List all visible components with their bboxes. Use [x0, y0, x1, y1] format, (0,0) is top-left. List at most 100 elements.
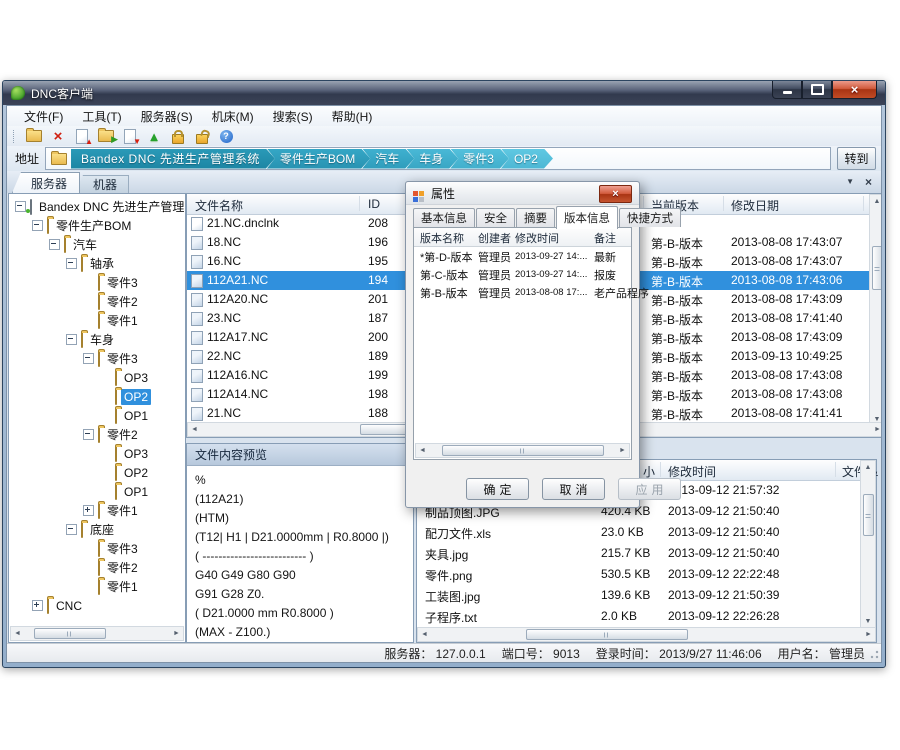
file-list-scroll-thumb[interactable] — [872, 246, 883, 290]
tree-node[interactable]: 零件2 — [11, 558, 184, 577]
column-modify-time[interactable]: 修改时间 — [515, 230, 559, 246]
version-row[interactable]: 第-C-版本管理员2013-09-27 14:...报废 — [414, 265, 631, 283]
tree-node[interactable]: OP2 — [11, 463, 184, 482]
dialog-tab-2[interactable]: 摘要 — [516, 208, 555, 227]
column-creator[interactable]: 创建者 — [478, 230, 511, 246]
menu-item-machine[interactable]: 机床(M) — [203, 106, 264, 127]
attachment-hscroll-thumb[interactable] — [526, 629, 688, 640]
tree-expander-minus[interactable] — [66, 524, 77, 535]
toolbar-grip[interactable] — [13, 130, 16, 143]
go-button[interactable]: 转到 — [837, 147, 876, 170]
tree-expander-minus[interactable] — [66, 258, 77, 269]
tree-expander-minus[interactable] — [83, 429, 94, 440]
menu-item-tools[interactable]: 工具(T) — [73, 106, 131, 127]
tree-node[interactable]: 零件2 — [11, 425, 184, 444]
tree-node[interactable]: OP1 — [11, 406, 184, 425]
maximize-button[interactable] — [802, 81, 832, 99]
dialog-scroll-thumb[interactable] — [442, 445, 604, 456]
tree-node[interactable]: 车身 — [11, 330, 184, 349]
scroll-left-icon[interactable]: ◄ — [417, 445, 428, 456]
version-row[interactable]: 第-B-版本管理员2013-08-08 17:...老产品程序 — [414, 283, 631, 301]
scroll-right-icon[interactable]: ► — [617, 445, 628, 456]
tree-node[interactable]: 零件3 — [11, 539, 184, 558]
column-version-name[interactable]: 版本名称 — [420, 230, 464, 246]
scroll-up-icon[interactable]: ▲ — [872, 196, 883, 207]
attachment-row[interactable]: 工装图.jpg139.6 KB2013-09-12 21:50:39 — [417, 585, 861, 606]
export-folder-icon[interactable]: ▶ — [97, 128, 115, 144]
tree-node[interactable]: OP3 — [11, 444, 184, 463]
address-field[interactable]: Bandex DNC 先进生产管理系统零件生产BOM汽车车身零件3OP2 — [45, 147, 831, 170]
unlock-icon[interactable] — [193, 128, 211, 144]
dialog-tab-3[interactable]: 版本信息 — [556, 206, 618, 229]
dialog-tab-0[interactable]: 基本信息 — [413, 208, 475, 227]
scroll-right-icon[interactable]: ► — [872, 424, 882, 435]
tree-node[interactable]: OP1 — [11, 482, 184, 501]
tree-expander-minus[interactable] — [49, 239, 60, 250]
tree-node[interactable]: 汽车 — [11, 235, 184, 254]
scroll-up-icon[interactable]: ▲ — [863, 462, 874, 473]
close-button[interactable]: × — [832, 81, 877, 99]
attachment-row[interactable]: 配刀文件.xls23.0 KB2013-09-12 21:50:40 — [417, 522, 861, 543]
version-row[interactable]: *第-D-版本管理员2013-09-27 14:...最新 — [414, 247, 631, 265]
tree-node[interactable]: 底座 — [11, 520, 184, 539]
attachment-row[interactable]: 夹具.jpg215.7 KB2013-09-12 21:50:40 — [417, 543, 861, 564]
delete-icon[interactable]: × — [49, 128, 67, 144]
upload-icon[interactable]: ▲ — [145, 128, 163, 144]
tree-node[interactable]: 零件1 — [11, 311, 184, 330]
tree-node[interactable]: 轴承 — [11, 254, 184, 273]
attachment-horizontal-scrollbar[interactable]: ◄ ► — [417, 627, 876, 642]
scroll-left-icon[interactable]: ◄ — [419, 629, 430, 640]
menu-item-help[interactable]: 帮助(H) — [323, 106, 383, 127]
tree-expander-minus[interactable] — [83, 353, 94, 364]
dialog-close-button[interactable]: × — [599, 185, 632, 203]
attachment-vertical-scrollbar[interactable]: ▲ ▼ — [860, 460, 876, 629]
attachment-row[interactable]: 零件.png530.5 KB2013-09-12 22:22:48 — [417, 564, 861, 585]
tree-node[interactable]: 零件2 — [11, 292, 184, 311]
tree-node[interactable]: OP3 — [11, 368, 184, 387]
resize-grip[interactable] — [869, 650, 879, 660]
apply-button[interactable]: 应用 — [618, 478, 681, 500]
tree-node[interactable]: 零件3 — [11, 273, 184, 292]
scroll-right-icon[interactable]: ► — [171, 628, 182, 639]
dialog-horizontal-scrollbar[interactable]: ◄ ► — [415, 443, 630, 458]
panel-close-icon[interactable]: × — [865, 176, 872, 188]
dialog-tab-4[interactable]: 快捷方式 — [619, 208, 681, 227]
file-list-vertical-scrollbar[interactable]: ▲ ▼ — [869, 194, 882, 427]
new-folder-icon[interactable] — [25, 128, 43, 144]
checkout-file-icon[interactable]: ▼ — [121, 128, 139, 144]
tree-expander-minus[interactable] — [15, 201, 26, 212]
ok-button[interactable]: 确定 — [466, 478, 529, 500]
tree-node[interactable]: Bandex DNC 先进生产管理系统 — [11, 197, 184, 216]
breadcrumb-segment[interactable]: 零件3 — [450, 149, 509, 169]
tree-node[interactable]: OP2 — [11, 387, 184, 406]
tab-server[interactable]: 服务器 — [12, 172, 80, 193]
attachment-scroll-thumb[interactable] — [863, 494, 874, 536]
scroll-left-icon[interactable]: ◄ — [12, 628, 23, 639]
scroll-down-icon[interactable]: ▼ — [863, 616, 874, 627]
tree-node[interactable]: 零件3 — [11, 349, 184, 368]
tree-node[interactable]: 零件1 — [11, 577, 184, 596]
checkin-file-icon[interactable]: ▲ — [73, 128, 91, 144]
breadcrumb-segment[interactable]: 零件生产BOM — [267, 149, 370, 169]
tree-horizontal-scrollbar[interactable]: ◄ ► — [10, 626, 184, 641]
tree-expander-minus[interactable] — [32, 220, 43, 231]
tree-expander-minus[interactable] — [66, 334, 77, 345]
tree-node[interactable]: 零件生产BOM — [11, 216, 184, 235]
scroll-right-icon[interactable]: ► — [863, 629, 874, 640]
title-bar[interactable]: DNC客户端 — [3, 81, 885, 105]
tree-node[interactable]: 零件1 — [11, 501, 184, 520]
column-id[interactable]: ID — [368, 197, 380, 211]
tree-expander-plus[interactable] — [83, 505, 94, 516]
lock-icon[interactable] — [169, 128, 187, 144]
attachment-row[interactable]: 子程序.txt2.0 KB2013-09-12 22:26:28 — [417, 606, 861, 627]
tab-machine[interactable]: 机器 — [75, 175, 129, 193]
column-file-name[interactable]: 文件名称 — [195, 197, 243, 214]
minimize-button[interactable] — [772, 81, 802, 99]
tree-scroll-thumb[interactable] — [34, 628, 106, 639]
scroll-left-icon[interactable]: ◄ — [189, 424, 200, 435]
column-note[interactable]: 备注 — [594, 230, 616, 246]
cancel-button[interactable]: 取消 — [542, 478, 605, 500]
chevron-down-icon[interactable]: ▼ — [846, 176, 854, 188]
breadcrumb-segment[interactable]: Bandex DNC 先进生产管理系统 — [71, 149, 275, 169]
column-modified-date[interactable]: 修改日期 — [731, 197, 779, 214]
